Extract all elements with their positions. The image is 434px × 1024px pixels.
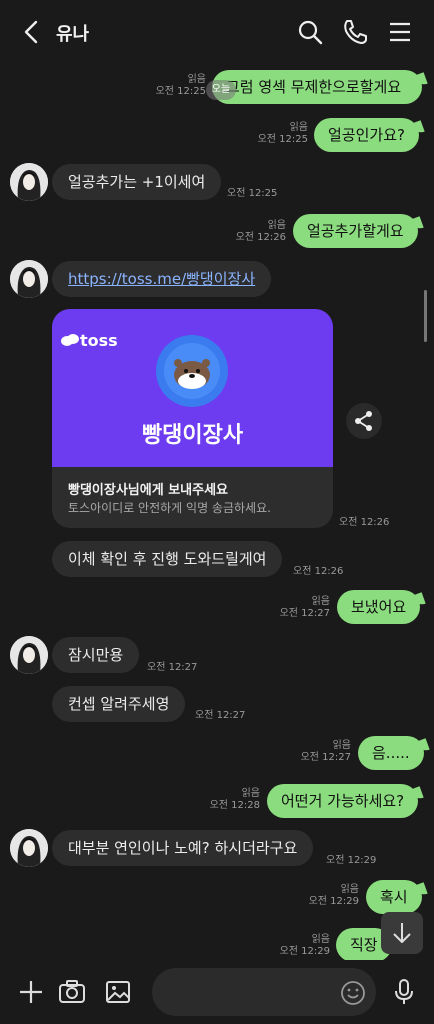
arrow-down-icon	[393, 923, 411, 943]
avatar[interactable]	[10, 829, 48, 867]
phone-icon[interactable]	[341, 18, 369, 46]
scrollbar[interactable]	[424, 290, 427, 342]
toss-payment-card[interactable]: toss 빵댕이장사 빵댕이장사님에게 보내주세요 토스아이디로 안전하게 익명…	[52, 309, 333, 528]
back-arrow-icon[interactable]	[18, 18, 46, 46]
toss-link[interactable]: https://toss.me/빵댕이장사	[68, 270, 255, 288]
my-message[interactable]: 얼공추가할게요	[293, 214, 418, 248]
message-time: 오전 12:26	[339, 517, 390, 528]
message-meta: 읽음 오전 12:29	[279, 934, 330, 957]
avatar[interactable]	[10, 636, 48, 674]
message-time: 오전 12:26	[293, 566, 344, 577]
message-meta: 읽음 오전 12:25	[257, 122, 308, 145]
message-meta: 읽음 오전 12:28	[209, 788, 260, 811]
message-time: 오전 12:27	[147, 662, 198, 673]
card-recipient-name: 빵댕이장사	[141, 423, 244, 448]
card-title: 빵댕이장사님에게 보내주세요	[68, 483, 229, 498]
their-message[interactable]: 잠시만용	[52, 637, 140, 673]
message-time: 오전 12:25	[227, 188, 278, 199]
chat-header: 유나	[0, 0, 434, 64]
scroll-to-bottom-button[interactable]	[381, 912, 423, 954]
message-meta: 읽음 오전 12:26	[235, 220, 286, 243]
camera-icon[interactable]	[58, 978, 86, 1006]
my-message[interactable]: 그럼 영섹 무제한으로할게요	[212, 70, 422, 104]
their-link-message[interactable]: https://toss.me/빵댕이장사	[52, 261, 272, 297]
search-icon[interactable]	[296, 18, 324, 46]
their-message[interactable]: 이체 확인 후 진행 도와드릴게여	[52, 541, 283, 577]
my-message[interactable]: 얼공인가요?	[314, 118, 419, 152]
message-meta: 읽음 오전 12:29	[308, 884, 359, 907]
composer-bar	[0, 960, 434, 1024]
their-message[interactable]: 얼공추가는 +1이세여	[52, 164, 222, 200]
my-message[interactable]: 보냈어요	[337, 590, 421, 624]
message-meta: 읽음 오전 12:25	[155, 74, 206, 97]
avatar[interactable]	[10, 163, 48, 201]
mic-icon[interactable]	[390, 978, 418, 1006]
menu-icon[interactable]	[386, 18, 414, 46]
toss-logo: toss	[60, 331, 118, 350]
otter-mascot-icon	[156, 335, 228, 407]
message-meta: 읽음 오전 12:27	[279, 596, 330, 619]
card-subtitle: 토스아이디로 안전하게 익명 송금하세요.	[68, 501, 271, 515]
their-message[interactable]: 컨셉 알려주세영	[52, 686, 186, 722]
chat-title: 유나	[56, 24, 90, 45]
their-message[interactable]: 대부분 연인이나 노예? 하시더라구요	[52, 830, 314, 866]
avatar[interactable]	[10, 260, 48, 298]
chat-area[interactable]: 읽음 오전 12:25 그럼 영섹 무제한으로할게요 오늘 읽음 오전 12:2…	[0, 64, 434, 960]
share-icon	[355, 411, 372, 431]
plus-icon[interactable]	[17, 978, 45, 1006]
message-time: 오전 12:29	[326, 855, 377, 866]
share-button[interactable]	[346, 403, 382, 439]
emoji-icon[interactable]	[340, 980, 366, 1006]
toss-logo-icon	[61, 334, 79, 346]
card-banner: toss 빵댕이장사	[52, 309, 333, 467]
message-time: 오전 12:27	[195, 710, 246, 721]
my-message[interactable]: 음.....	[358, 736, 424, 770]
my-message[interactable]: 혹시	[366, 880, 422, 914]
date-overlay: 오늘	[206, 80, 236, 100]
message-meta: 읽음 오전 12:27	[300, 740, 351, 763]
image-icon[interactable]	[104, 978, 132, 1006]
my-message[interactable]: 어떤거 가능하세요?	[267, 784, 419, 818]
